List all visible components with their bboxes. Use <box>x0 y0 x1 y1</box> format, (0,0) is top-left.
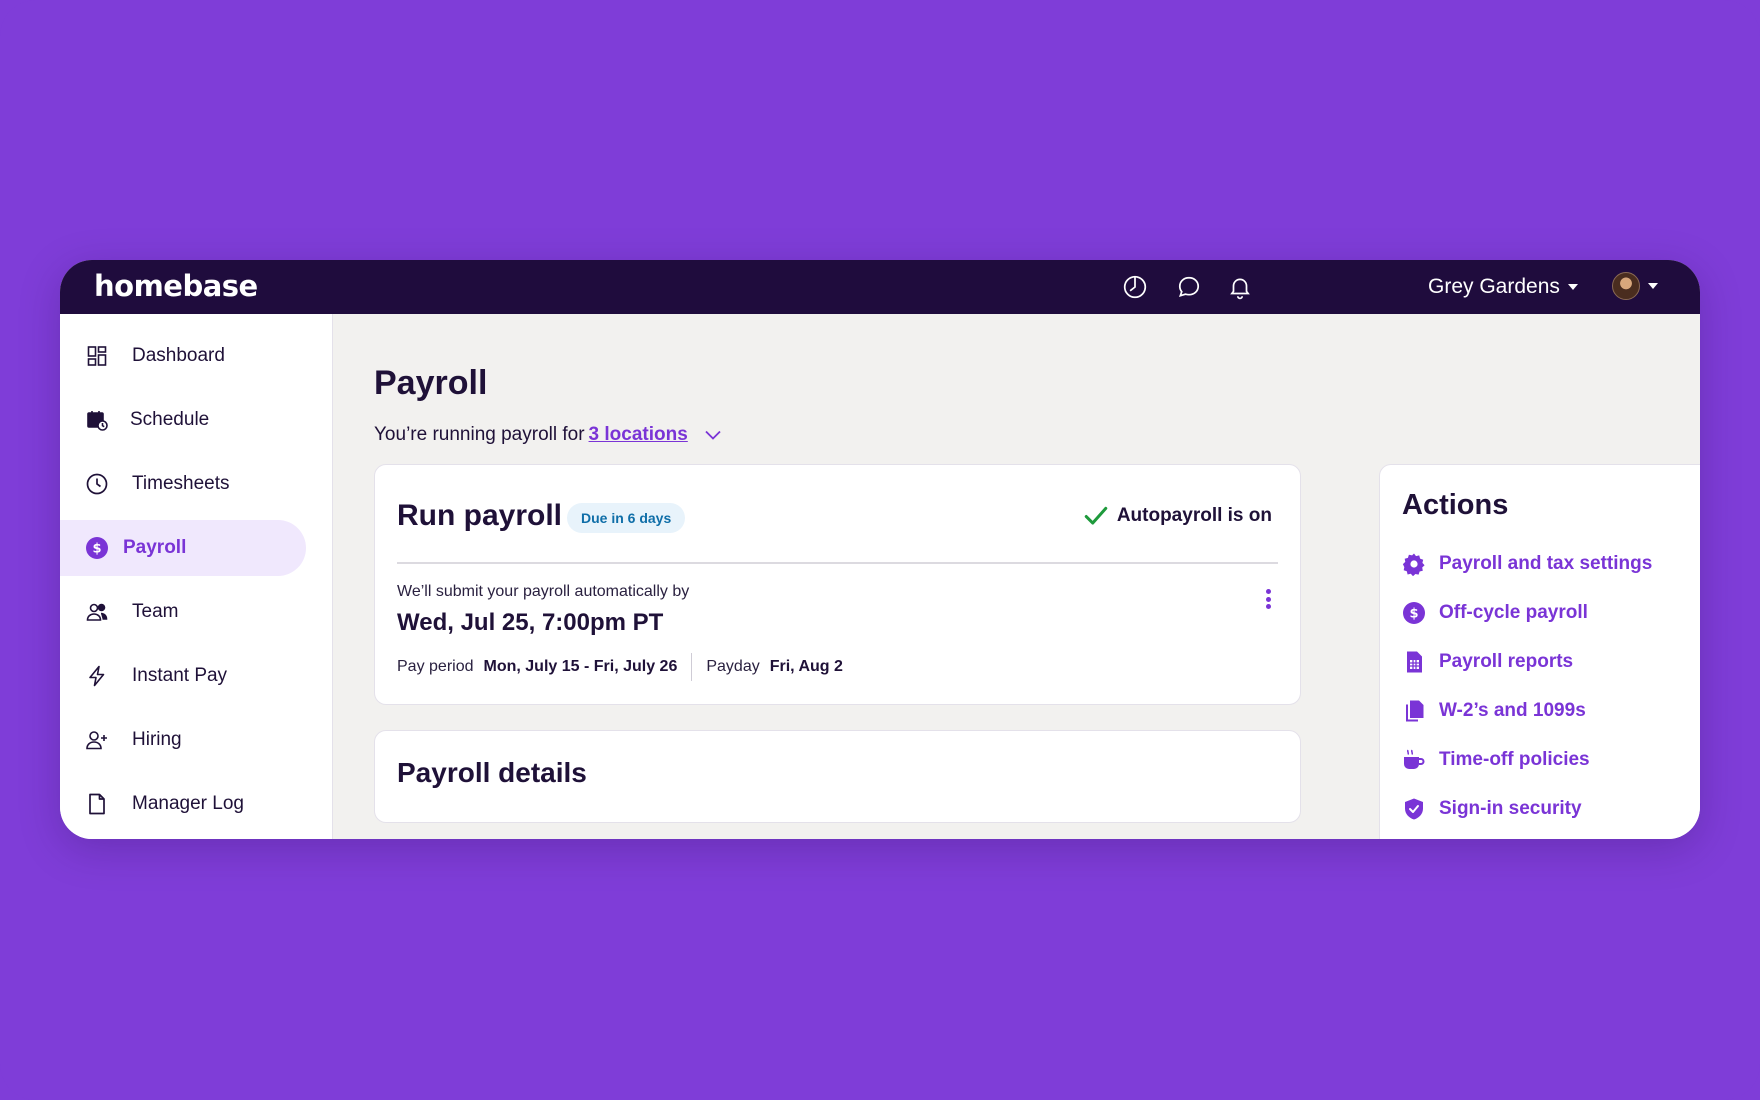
chevron-down-icon <box>1648 283 1658 289</box>
svg-text:$: $ <box>92 542 101 557</box>
action-time-off-policies[interactable]: Time-off policies <box>1402 745 1590 775</box>
locations-link[interactable]: 3 locations <box>589 424 688 446</box>
main-content: Payroll You’re running payroll for 3 loc… <box>334 314 1700 839</box>
clock-icon <box>85 472 109 496</box>
run-payroll-card: Run payroll Due in 6 days Autopayroll is… <box>374 464 1301 705</box>
sidebar-item-timesheets[interactable]: Timesheets <box>60 456 306 512</box>
top-bar: homebase Grey Gardens <box>60 260 1700 314</box>
payday-label: Payday <box>706 658 760 675</box>
more-options-icon[interactable] <box>1262 587 1274 611</box>
svg-text:$: $ <box>1409 607 1418 622</box>
clock-icon[interactable] <box>1122 274 1148 300</box>
coffee-icon <box>1404 749 1425 769</box>
pay-period-row: Pay period Mon, July 15 - Fri, July 26 P… <box>397 653 843 681</box>
user-menu[interactable] <box>1612 272 1658 300</box>
check-icon <box>1084 506 1108 525</box>
sidebar-item-manager-log[interactable]: Manager Log <box>60 776 306 832</box>
submit-date: Wed, Jul 25, 7:00pm PT <box>397 609 664 636</box>
bell-icon[interactable] <box>1227 274 1253 300</box>
action-label: Sign-in security <box>1439 798 1582 819</box>
dashboard-icon <box>85 344 109 368</box>
submit-text: We’ll submit your payroll automatically … <box>397 583 690 600</box>
gear-icon <box>1402 553 1425 576</box>
running-for-text: You’re running payroll for 3 locations <box>374 424 722 446</box>
sidebar-item-label: Schedule <box>130 409 210 430</box>
action-off-cycle-payroll[interactable]: $ Off-cycle payroll <box>1402 598 1588 628</box>
sidebar: Dashboard Schedule Timesheets $ Payroll <box>60 314 333 839</box>
sidebar-item-instant-pay[interactable]: Instant Pay <box>60 648 306 704</box>
chat-icon[interactable] <box>1176 274 1202 300</box>
sidebar-item-schedule[interactable]: Schedule <box>60 392 306 448</box>
status-badge: Due in 6 days <box>567 503 686 533</box>
actions-card: Actions Payroll and tax settings $ Off-c… <box>1379 464 1700 839</box>
payroll-details-card: Payroll details <box>374 730 1301 823</box>
running-for-label: You’re running payroll for <box>374 424 585 445</box>
sidebar-item-label: Manager Log <box>132 793 244 814</box>
chevron-down-icon[interactable] <box>704 426 722 444</box>
sidebar-item-dashboard[interactable]: Dashboard <box>60 328 306 384</box>
pay-period-value: Mon, July 15 - Fri, July 26 <box>483 658 678 675</box>
action-payroll-tax-settings[interactable]: Payroll and tax settings <box>1402 549 1652 579</box>
dollar-icon: $ <box>1403 602 1425 624</box>
sidebar-item-label: Timesheets <box>132 473 230 494</box>
action-label: Payroll reports <box>1439 651 1574 672</box>
sidebar-item-payroll[interactable]: $ Payroll <box>60 520 306 576</box>
divider <box>691 653 693 681</box>
action-payroll-reports[interactable]: Payroll reports <box>1402 647 1573 677</box>
app-window: homebase Grey Gardens Dashboard Schedule… <box>60 260 1700 839</box>
divider <box>397 562 1278 564</box>
sidebar-item-label: Payroll <box>123 537 187 558</box>
sidebar-item-label: Hiring <box>132 729 182 750</box>
payday-value: Fri, Aug 2 <box>769 658 843 675</box>
add-user-icon <box>85 728 109 752</box>
location-name: Grey Gardens <box>1428 275 1560 298</box>
autopayroll-status: Autopayroll is on <box>1083 503 1272 529</box>
sidebar-item-label: Team <box>132 601 179 622</box>
action-label: Payroll and tax settings <box>1439 553 1653 574</box>
action-label: Time-off policies <box>1439 749 1590 770</box>
sidebar-item-hiring[interactable]: Hiring <box>60 712 306 768</box>
lightning-icon <box>85 664 109 688</box>
chevron-down-icon <box>1567 284 1578 290</box>
actions-title: Actions <box>1402 489 1509 521</box>
action-sign-in-security[interactable]: Sign-in security <box>1402 794 1582 824</box>
sidebar-item-label: Instant Pay <box>132 665 228 686</box>
documents-icon <box>1406 700 1424 722</box>
location-switcher[interactable]: Grey Gardens <box>1428 273 1578 301</box>
autopayroll-label: Autopayroll is on <box>1116 505 1272 526</box>
action-label: Off-cycle payroll <box>1439 602 1588 623</box>
report-icon <box>1407 651 1422 673</box>
dollar-icon: $ <box>85 536 109 560</box>
document-icon <box>85 792 109 816</box>
homebase-logo[interactable]: homebase <box>94 269 258 303</box>
payroll-details-title: Payroll details <box>397 757 587 788</box>
shield-icon <box>1405 798 1423 820</box>
page-title: Payroll <box>374 364 488 402</box>
action-label: W-2’s and 1099s <box>1439 700 1586 721</box>
run-payroll-title: Run payroll <box>397 499 563 532</box>
team-icon <box>85 600 109 624</box>
sidebar-item-team[interactable]: Team <box>60 584 306 640</box>
calendar-clock-icon <box>85 408 109 432</box>
avatar <box>1612 272 1640 300</box>
sidebar-item-label: Dashboard <box>132 345 225 366</box>
pay-period-label: Pay period <box>397 658 474 675</box>
action-w2-1099[interactable]: W-2’s and 1099s <box>1402 696 1586 726</box>
background-frame: homebase Grey Gardens Dashboard Schedule… <box>0 0 1760 1100</box>
